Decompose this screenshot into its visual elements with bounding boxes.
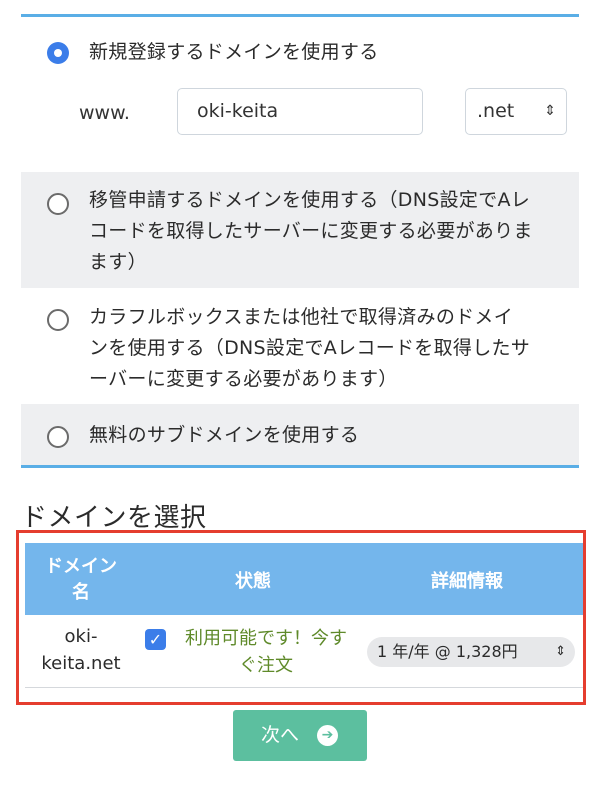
- option-owned-line-1: カラフルボックスまたは他社で取得済みのドメイ: [89, 306, 514, 328]
- header-domain-name-line-1: ドメイン: [45, 556, 117, 577]
- option-transfer-line-3: ます）: [89, 251, 147, 273]
- domain-result-highlight: ドメイン 名 状態 詳細情報 oki- keita.net ✓ 利用可能です！今…: [16, 530, 586, 705]
- row-domain-name-line-1: oki-: [64, 626, 98, 647]
- domain-table-header: ドメイン 名 状態 詳細情報: [25, 543, 583, 615]
- row-status-line-2: ぐ注文: [239, 655, 293, 676]
- option-subdomain: 無料のサブドメインを使用する: [21, 404, 579, 466]
- option-owned-domain-label: カラフルボックスまたは他社で取得済みのドメイ ンを使用する（DNS設定でAレコー…: [89, 302, 559, 395]
- radio-subdomain[interactable]: [47, 426, 69, 448]
- option-transfer-line-2: コードを取得したサーバーに変更する必要がありま: [89, 220, 533, 242]
- header-detail: 詳細情報: [431, 571, 503, 592]
- option-subdomain-label: 無料のサブドメインを使用する: [89, 424, 360, 446]
- option-owned-line-3: ーバーに変更する必要があります）: [89, 368, 398, 390]
- period-select[interactable]: 1 年/年 @ 1,328円 ⇕: [367, 637, 575, 667]
- option-register-new: 新規登録するドメインを使用する www. oki-keita .net ⇕: [21, 22, 579, 144]
- header-status: 状態: [235, 571, 271, 592]
- option-register-new-label: 新規登録するドメインを使用する: [89, 41, 379, 63]
- top-divider: [21, 14, 579, 17]
- updown-chevron-icon: ⇕: [555, 644, 566, 659]
- next-button[interactable]: 次へ ➔: [233, 710, 367, 761]
- table-row: oki- keita.net ✓ 利用可能です！今す ぐ注文 1 年/年 @ 1…: [25, 615, 583, 687]
- domain-select-title: ドメインを選択: [21, 503, 207, 533]
- radio-register-new[interactable]: [47, 42, 69, 64]
- option-transfer: 移管申請するドメインを使用する（DNS設定でAレ コードを取得したサーバーに変更…: [21, 172, 579, 288]
- row-domain-name: oki- keita.net: [35, 623, 127, 677]
- radio-transfer[interactable]: [47, 193, 69, 215]
- domain-select-checkbox[interactable]: ✓: [145, 629, 166, 650]
- row-domain-name-line-2: keita.net: [41, 653, 121, 674]
- next-button-label: 次へ: [261, 724, 300, 746]
- option-transfer-line-1: 移管申請するドメインを使用する（DNS設定でAレ: [89, 189, 531, 211]
- header-domain-name-line-2: 名: [72, 582, 90, 603]
- option-owned-line-2: ンを使用する（DNS設定でAレコードを取得したサ: [89, 337, 531, 359]
- radio-owned-domain[interactable]: [47, 309, 69, 331]
- period-select-value: 1 年/年 @ 1,328円: [377, 642, 518, 661]
- option-owned-domain: カラフルボックスまたは他社で取得済みのドメイ ンを使用する（DNS設定でAレコー…: [21, 288, 579, 404]
- updown-chevron-icon: ⇕: [544, 103, 556, 119]
- header-domain-name: ドメイン 名: [31, 554, 131, 606]
- bottom-divider: [21, 465, 579, 468]
- domain-name-input[interactable]: oki-keita: [177, 88, 423, 135]
- row-divider: [25, 687, 583, 688]
- tld-select[interactable]: .net ⇕: [465, 88, 567, 135]
- row-status: 利用可能です！今す ぐ注文: [171, 625, 361, 679]
- arrow-right-circle-icon: ➔: [317, 725, 338, 746]
- tld-select-value: .net: [477, 100, 515, 122]
- row-status-line-1: 利用可能です！今す: [185, 628, 347, 649]
- www-prefix: www.: [79, 102, 130, 124]
- option-transfer-label: 移管申請するドメインを使用する（DNS設定でAレ コードを取得したサーバーに変更…: [89, 185, 559, 278]
